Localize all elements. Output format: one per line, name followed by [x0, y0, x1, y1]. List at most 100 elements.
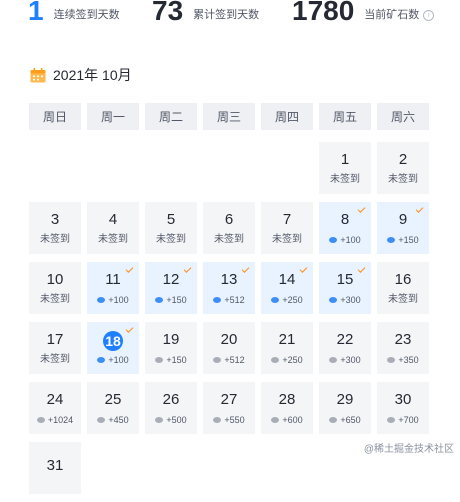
calendar-day-cell[interactable]: 29 +650	[319, 382, 371, 434]
weekday-header: 周日	[29, 103, 81, 130]
ore-amount: +512	[224, 354, 245, 365]
unsigned-label: 未签到	[388, 293, 418, 305]
ore-icon	[36, 416, 45, 423]
calendar-day-cell[interactable]: 21 +250	[261, 322, 313, 374]
ore-icon	[387, 356, 396, 363]
calendar-day-cell[interactable]: 14 +250	[261, 262, 313, 314]
unsigned-label: 未签到	[214, 233, 244, 245]
calendar-empty-cell	[87, 142, 139, 194]
day-number: 3	[50, 210, 60, 228]
day-number: 13	[220, 270, 238, 288]
calendar-day-cell[interactable]: 26 +500	[145, 382, 197, 434]
calendar-day-cell[interactable]: 18 +100	[87, 322, 139, 374]
day-number: 24	[46, 390, 64, 408]
calendar-day-cell[interactable]: 7 未签到	[261, 202, 313, 254]
checkmark-icon	[183, 265, 192, 273]
calendar-day-cell[interactable]: 19 +150	[145, 322, 197, 374]
calendar-empty-cell	[261, 442, 313, 494]
calendar-day-cell[interactable]: 24 +1024	[29, 382, 81, 434]
day-number: 11	[105, 270, 121, 288]
ore-amount: +450	[108, 414, 129, 425]
day-number: 22	[336, 330, 354, 348]
stat-ore: 1780 当前矿石数 i	[292, 0, 435, 26]
ore-reward: +100	[329, 234, 361, 246]
calendar-day-cell[interactable]: 27 +550	[203, 382, 255, 434]
day-number: 26	[162, 390, 180, 408]
ore-reward: +100	[97, 354, 129, 366]
weekday-header-row: 周日 周一 周二 周三 周四 周五 周六	[29, 103, 435, 130]
ore-reward: +250	[271, 294, 303, 306]
ore-icon	[155, 416, 164, 423]
ore-amount: +250	[282, 354, 303, 365]
ore-reward: +650	[329, 414, 361, 426]
calendar-day-cell[interactable]: 6 未签到	[203, 202, 255, 254]
ore-reward: +512	[213, 294, 245, 306]
calendar-day-cell[interactable]: 20 +512	[203, 322, 255, 374]
day-number: 9	[398, 210, 408, 228]
calendar-day-cell[interactable]: 23 +350	[377, 322, 429, 374]
calendar-day-cell[interactable]: 9 +150	[377, 202, 429, 254]
calendar-week-row: 24 +1024 25 +450 26 +500 27 +550 28 +600 29 +650 30 +…	[29, 382, 435, 434]
checkmark-icon	[415, 205, 424, 213]
calendar-day-cell[interactable]: 30 +700	[377, 382, 429, 434]
ore-icon	[213, 356, 222, 363]
ore-icon	[329, 356, 338, 363]
day-number: 27	[220, 390, 238, 408]
calendar-day-cell[interactable]: 17 未签到	[29, 322, 81, 374]
ore-amount: +650	[340, 414, 361, 425]
calendar-day-cell[interactable]: 13 +512	[203, 262, 255, 314]
calendar-day-cell[interactable]: 11 +100	[87, 262, 139, 314]
ore-value: 1780	[292, 0, 355, 26]
weekday-header: 周一	[87, 103, 139, 130]
calendar-day-cell[interactable]: 22 +300	[319, 322, 371, 374]
calendar-day-cell[interactable]: 31	[29, 442, 81, 494]
ore-reward: +150	[387, 234, 419, 246]
calendar-day-cell[interactable]: 12 +150	[145, 262, 197, 314]
ore-icon	[271, 416, 280, 423]
calendar-day-cell[interactable]: 28 +600	[261, 382, 313, 434]
consecutive-days-label: 连续签到天数	[53, 9, 120, 21]
calendar-day-cell[interactable]: 10 未签到	[29, 262, 81, 314]
weekday-header: 周六	[377, 103, 429, 130]
calendar-day-cell[interactable]: 1 未签到	[319, 142, 371, 194]
calendar-week-row: 1 未签到 2 未签到	[29, 142, 435, 194]
ore-reward: +1024	[36, 414, 73, 426]
calendar-day-cell[interactable]: 4 未签到	[87, 202, 139, 254]
ore-reward: +150	[155, 354, 187, 366]
calendar-day-cell[interactable]: 3 未签到	[29, 202, 81, 254]
day-number: 10	[46, 270, 64, 288]
day-number: 25	[104, 390, 122, 408]
calendar-day-cell[interactable]: 8 +100	[319, 202, 371, 254]
calendar-day-cell[interactable]: 2 未签到	[377, 142, 429, 194]
ore-amount: +550	[224, 414, 245, 425]
calendar-week-row: 17 未签到 18 +100 19 +150 20 +512 21 +250 22 +300 23 +35…	[29, 322, 435, 374]
calendar-day-cell[interactable]: 25 +450	[87, 382, 139, 434]
ore-amount: +250	[282, 294, 303, 305]
unsigned-label: 未签到	[272, 233, 302, 245]
calendar-empty-cell	[29, 142, 81, 194]
info-icon[interactable]: i	[423, 10, 435, 21]
calendar-day-cell[interactable]: 5 未签到	[145, 202, 197, 254]
day-number: 20	[220, 330, 238, 348]
calendar-day-cell[interactable]: 16 未签到	[377, 262, 429, 314]
weekday-header: 周三	[203, 103, 255, 130]
day-number: 29	[336, 390, 354, 408]
day-number: 28	[278, 390, 296, 408]
day-number: 2	[398, 150, 408, 168]
ore-icon	[271, 296, 280, 303]
day-number: 17	[46, 330, 64, 348]
ore-reward: +300	[329, 354, 361, 366]
day-number: 21	[278, 330, 296, 348]
ore-icon	[387, 236, 396, 243]
ore-reward: +300	[329, 294, 361, 306]
calendar-day-cell[interactable]: 15 +300	[319, 262, 371, 314]
ore-icon	[329, 416, 338, 423]
ore-icon	[329, 296, 338, 303]
ore-icon	[155, 356, 164, 363]
day-number: 30	[394, 390, 412, 408]
ore-icon	[213, 296, 222, 303]
ore-amount: +150	[166, 294, 187, 305]
ore-reward: +450	[97, 414, 129, 426]
ore-reward: +512	[213, 354, 245, 366]
day-number: 5	[166, 210, 176, 228]
